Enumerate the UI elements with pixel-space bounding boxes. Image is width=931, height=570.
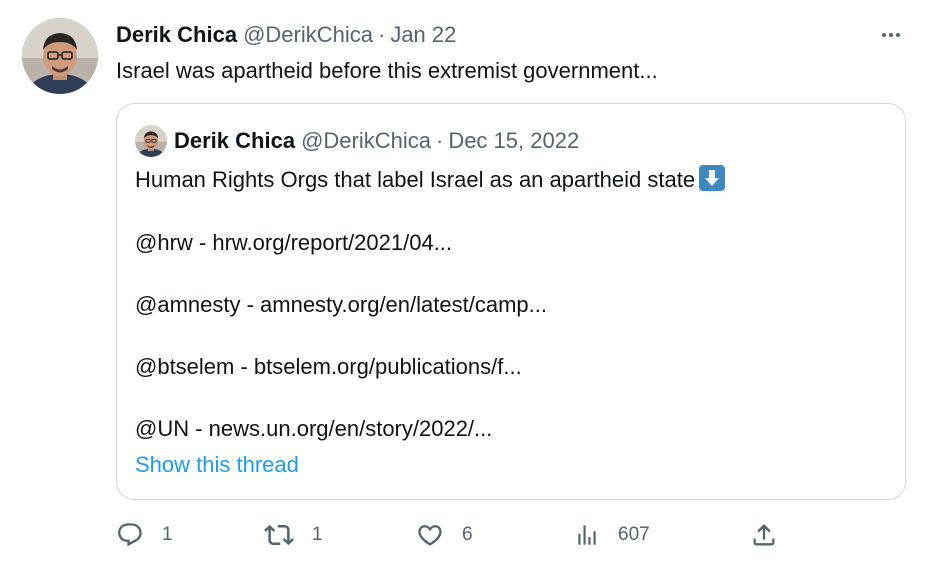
tweet-date[interactable]: Jan 22 (390, 22, 456, 48)
quoted-line: @amnesty - amnesty.org/en/latest/camp... (135, 292, 547, 317)
heart-icon (418, 525, 442, 546)
retweet-button[interactable]: 1 (264, 515, 323, 555)
retweet-count: 1 (312, 524, 323, 545)
views-icon (578, 525, 596, 545)
quoted-header-separator: · (435, 128, 444, 153)
quoted-author-avatar (135, 125, 167, 157)
tweet-text: Israel was apartheid before this extremi… (116, 58, 658, 83)
author-handle[interactable]: @DerikChica (243, 22, 373, 48)
quoted-tweet-date: Dec 15, 2022 (448, 128, 580, 153)
header-separator: · (377, 22, 386, 47)
quoted-line: @btselem - btselem.org/publications/f... (135, 354, 522, 379)
quoted-author-name: Derik Chica (174, 128, 296, 153)
action-bar: 1 1 6 607 (116, 515, 796, 555)
views-button[interactable]: 607 (574, 515, 650, 555)
quoted-line: @UN - news.un.org/en/story/2022/... (135, 416, 493, 441)
more-dots-icon[interactable] (874, 22, 908, 48)
show-thread-link[interactable]: Show this thread (135, 450, 299, 480)
retweet-icon (264, 524, 294, 546)
quoted-tweet-header: Derik Chica @DerikChica · Dec 15, 2022 (135, 124, 579, 158)
like-count: 6 (462, 524, 473, 545)
down-arrow-emoji-icon (699, 165, 726, 191)
author-avatar[interactable] (22, 18, 98, 94)
like-button[interactable]: 6 (416, 515, 473, 555)
quoted-tweet-card[interactable]: Derik Chica @DerikChica · Dec 15, 2022 H… (116, 103, 906, 500)
reply-button[interactable]: 1 (116, 515, 173, 555)
author-name[interactable]: Derik Chica (116, 22, 237, 48)
quoted-author-handle: @DerikChica (301, 128, 431, 153)
quoted-line: Human Rights Orgs that label Israel as a… (135, 165, 726, 195)
reply-count: 1 (162, 524, 173, 545)
tweet-header: Derik Chica @DerikChica · Jan 22 (116, 22, 456, 48)
views-count: 607 (618, 524, 650, 545)
quoted-line-text: Human Rights Orgs that label Israel as a… (135, 167, 696, 192)
share-icon (753, 524, 775, 546)
reply-icon (118, 523, 142, 547)
share-button[interactable] (750, 515, 778, 555)
quoted-line: @hrw - hrw.org/report/2021/04... (135, 230, 453, 255)
